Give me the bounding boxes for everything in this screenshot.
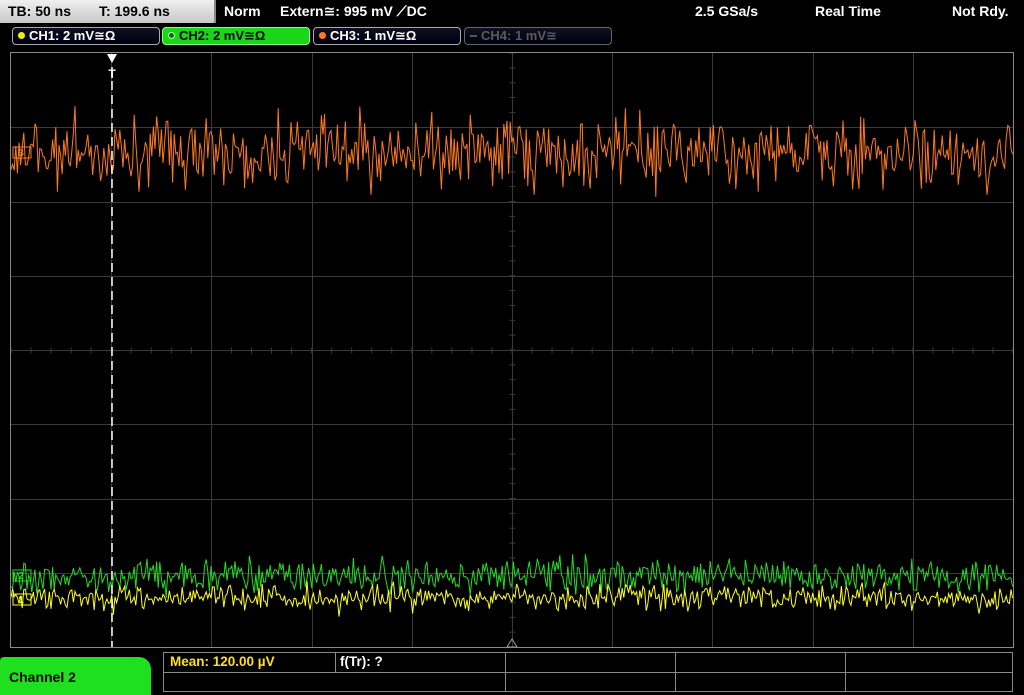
ch1-marker-label: 1 [18,595,24,606]
trigger-position-readout: T: 199.6 ns [99,3,170,19]
measurement-cell-empty[interactable] [676,653,846,672]
ch1-dot-icon [18,32,25,39]
trigger-arrow-icon[interactable] [107,54,117,63]
timebase-readout: TB: 50 ns [8,3,72,19]
ch3-dot-icon [319,32,326,39]
measurement-cell-empty[interactable] [846,673,1012,692]
ch4-dash-icon [470,35,477,37]
status-bar: TB: 50 ns T: 199.6 ns Norm Extern≅: 995 … [0,0,1024,24]
measurement-cell-empty[interactable] [506,653,676,672]
measurement-cell-empty[interactable] [164,673,506,692]
ch2-marker-label: 2 [18,571,24,582]
active-channel-tab[interactable]: Channel 2 [0,657,151,695]
sample-rate: 2.5 GSa/s [695,3,759,19]
channel-tab-ch4[interactable]: CH4: 1 mV≅ [464,27,612,45]
trigger-marker-label: T [108,67,116,81]
ch3-trace [11,106,1013,197]
measurement-table: Mean: 120.00 µV f(Tr): ? [163,652,1013,692]
channel-tab-label: CH1: 2 mV≅Ω [29,28,116,43]
measurement-cell-empty[interactable] [506,673,676,692]
channel-tab-ch1[interactable]: CH1: 2 mV≅Ω [12,27,160,45]
channel-tab-label: CH4: 1 mV≅ [481,28,557,43]
ftr-measurement: f(Tr): ? [340,654,383,669]
mean-measurement: Mean: 120.00 µV [170,654,275,669]
ch2-dot-icon [168,32,175,39]
channel-tab-ch2[interactable]: CH2: 2 mV≅Ω [162,27,310,45]
channel-tab-label: CH2: 2 mV≅Ω [179,28,266,43]
channel-tab-ch3[interactable]: CH3: 1 mV≅Ω [313,27,461,45]
waveform-display[interactable]: T 3 2 1 [10,52,1014,648]
timebase-box[interactable]: TB: 50 ns T: 199.6 ns [0,0,216,23]
measurement-cell-empty[interactable] [676,673,846,692]
measurement-cell-ftr[interactable]: f(Tr): ? [336,653,506,672]
trigger-source[interactable]: Extern≅: 995 mV ⟋DC [280,3,427,20]
acquisition-state: Not Rdy. [952,3,1009,19]
acquisition-mode: Real Time [815,3,881,19]
ch3-marker-label: 3 [18,148,24,159]
waveform-canvas: T 3 2 1 [11,53,1013,647]
measurement-cell-mean[interactable]: Mean: 120.00 µV [164,653,336,672]
channel-tab-label: CH3: 1 mV≅Ω [330,28,417,43]
trigger-mode[interactable]: Norm [224,3,261,19]
active-channel-label: Channel 2 [9,669,76,685]
ch2-trace [11,554,1013,598]
measurement-cell-empty[interactable] [846,653,1012,672]
